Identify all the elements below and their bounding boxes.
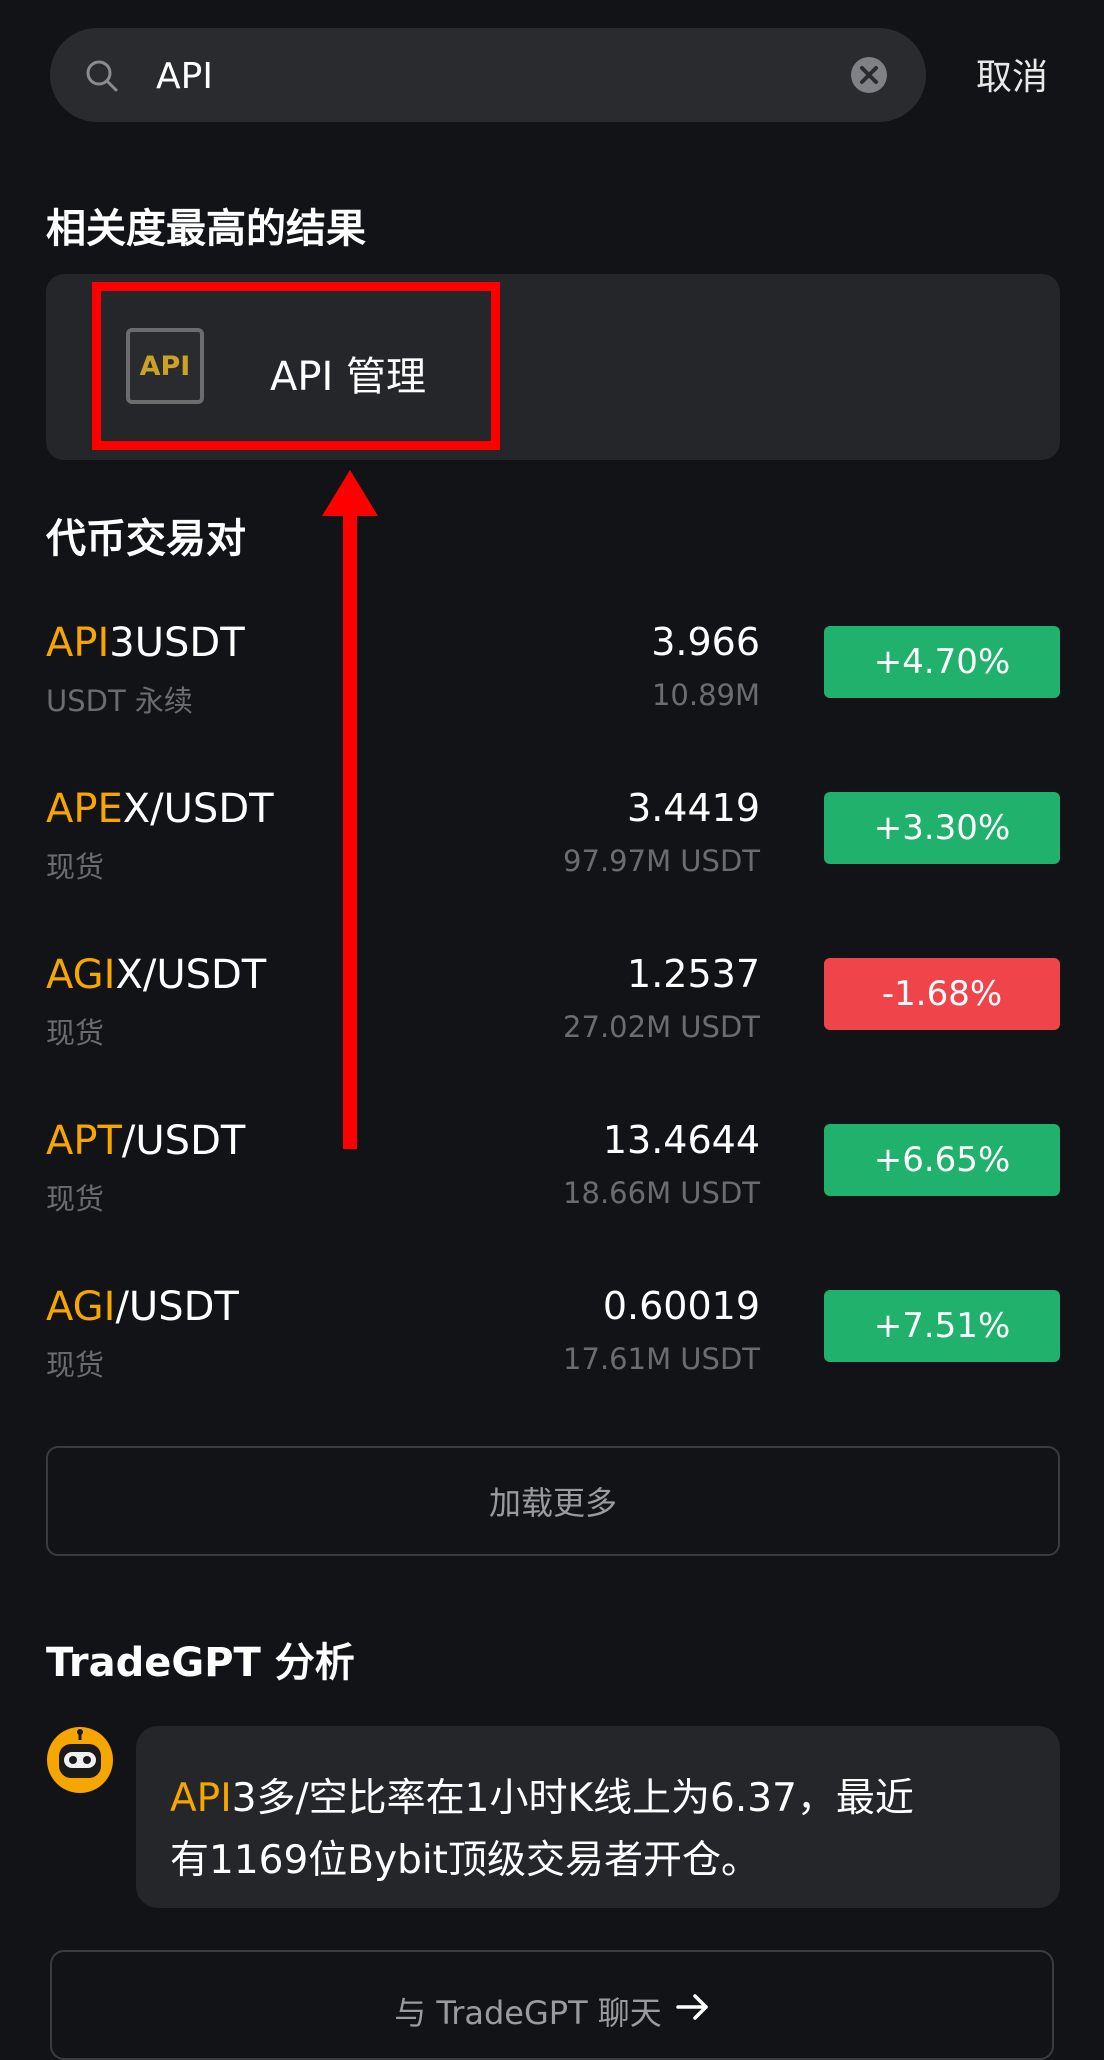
pair-symbol: APT/USDT <box>46 1118 246 1164</box>
search-input[interactable] <box>154 28 858 124</box>
pair-volume: 27.02M USDT <box>563 1010 760 1044</box>
search-bar[interactable] <box>50 28 926 124</box>
pair-market-type: 现货 <box>46 1016 105 1050</box>
search-icon <box>86 60 118 92</box>
pair-row-apexusdt[interactable]: APEX/USDT 现货 3.4419 97.97M USDT +3.30% <box>46 786 1060 906</box>
pair-price: 13.4644 <box>602 1118 760 1162</box>
pair-change-badge: +3.30% <box>824 792 1060 864</box>
tradegpt-message-bubble: API3多/空比率在1小时K线上为6.37，最近 有1169位Bybit顶级交易… <box>136 1726 1060 1908</box>
pair-change-badge: +7.51% <box>824 1290 1060 1362</box>
pair-symbol: API3USDT <box>46 620 245 666</box>
chat-with-tradegpt-button[interactable]: 与 TradeGPT 聊天 <box>50 1950 1054 2060</box>
pair-change-badge: +4.70% <box>824 626 1060 698</box>
top-result-title: 相关度最高的结果 <box>46 206 366 252</box>
message-line2: 有1169位Bybit顶级交易者开仓。 <box>170 1838 760 1883</box>
tradegpt-title: TradeGPT 分析 <box>46 1640 355 1686</box>
clear-icon[interactable] <box>850 56 888 94</box>
cancel-button[interactable]: 取消 <box>976 48 1048 100</box>
chat-button-label: 与 TradeGPT 聊天 <box>394 1994 662 2032</box>
pair-row-agiusdt[interactable]: AGI/USDT 现货 0.60019 17.61M USDT +7.51% <box>46 1284 1060 1404</box>
pair-market-type: 现货 <box>46 1182 105 1216</box>
pair-row-agixusdt[interactable]: AGIX/USDT 现货 1.2537 27.02M USDT -1.68% <box>46 952 1060 1072</box>
pair-symbol: AGI/USDT <box>46 1284 239 1330</box>
pair-price: 3.966 <box>651 620 760 664</box>
pair-volume: 18.66M USDT <box>563 1176 760 1210</box>
message-highlight: API <box>170 1776 232 1821</box>
pair-volume: 97.97M USDT <box>563 844 760 878</box>
pair-volume: 17.61M USDT <box>563 1342 760 1376</box>
robot-avatar-icon <box>47 1727 113 1793</box>
pair-price: 1.2537 <box>627 952 760 996</box>
arrow-right-icon <box>676 1994 708 2020</box>
pair-volume: 10.89M <box>651 678 760 712</box>
message-line1: 3多/空比率在1小时K线上为6.37，最近 <box>231 1776 914 1821</box>
pair-row-api3usdt[interactable]: API3USDT USDT 永续 3.966 10.89M +4.70% <box>46 620 1060 740</box>
pair-change-badge: +6.65% <box>824 1124 1060 1196</box>
pairs-section-title: 代币交易对 <box>46 516 246 562</box>
pair-change-badge: -1.68% <box>824 958 1060 1030</box>
annotation-highlight-box <box>92 282 500 450</box>
pair-row-aptusdt[interactable]: APT/USDT 现货 13.4644 18.66M USDT +6.65% <box>46 1118 1060 1238</box>
pair-market-type: 现货 <box>46 1348 105 1382</box>
pair-symbol: APEX/USDT <box>46 786 274 832</box>
pair-market-type: USDT 永续 <box>46 684 193 718</box>
pair-price: 0.60019 <box>602 1284 760 1328</box>
load-more-button[interactable]: 加载更多 <box>46 1446 1060 1556</box>
pair-price: 3.4419 <box>627 786 760 830</box>
pair-market-type: 现货 <box>46 850 105 884</box>
pair-symbol: AGIX/USDT <box>46 952 267 998</box>
